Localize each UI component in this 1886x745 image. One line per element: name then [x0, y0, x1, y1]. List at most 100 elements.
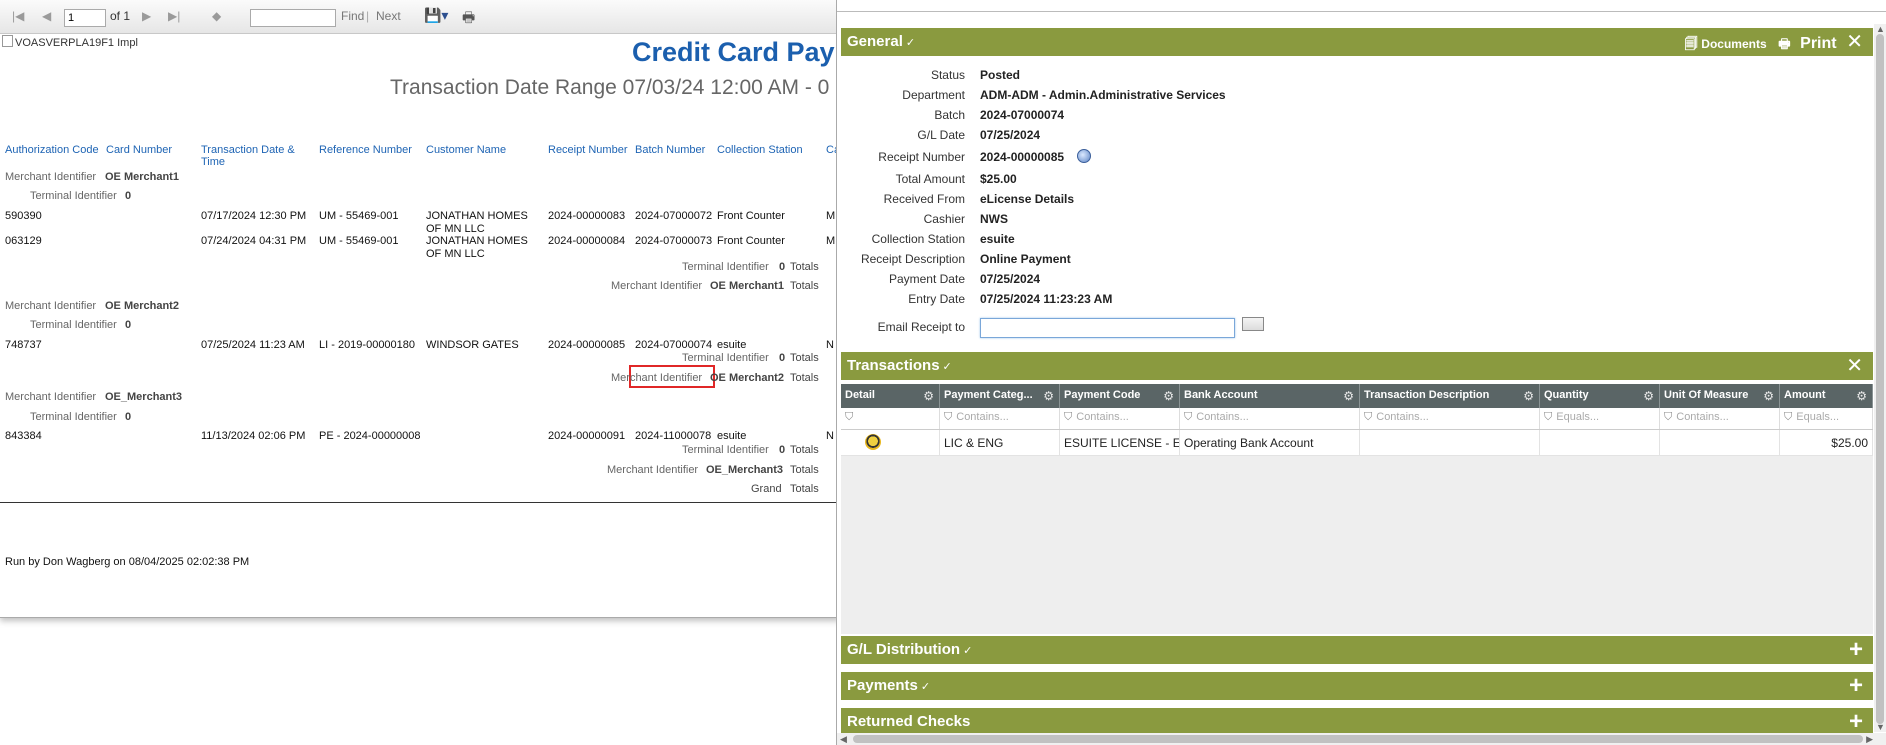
transactions-section-header[interactable]: Transactions ✓ ✕ [841, 352, 1873, 380]
filter-quantity[interactable]: ⛉ Equals... [1540, 408, 1660, 429]
print-icon[interactable]: 🖶 [1778, 36, 1790, 51]
payments-section-header[interactable]: Payments ✓ + [841, 672, 1873, 700]
horizontal-scroll-thumb[interactable] [853, 735, 1863, 743]
general-section-header[interactable]: General ✓ 🗐 Documents 🖶 Print ✕ [841, 28, 1873, 56]
export-icon[interactable]: 💾▾ [424, 7, 448, 24]
payments-title: Payments [847, 677, 918, 694]
filter-payment-category[interactable]: ⛉ Contains... [940, 408, 1060, 429]
received-from-value: eLicense Details [980, 192, 1075, 206]
grand-totals-label: Totals [790, 483, 819, 495]
send-email-icon[interactable] [1242, 317, 1264, 331]
receipt-detail-panel: General ✓ 🗐 Documents 🖶 Print ✕ Status Po… [836, 0, 1886, 745]
filter-unit-of-measure[interactable]: ⛉ Contains... [1660, 408, 1780, 429]
expand-plus-icon[interactable]: + [1849, 636, 1863, 664]
grid-col-detail[interactable]: Detail ⚙ [841, 384, 940, 408]
grid-filter-row: ⛉ ⛉ Contains... ⛉ Contains... ⛉ Contains...… [841, 408, 1873, 430]
row-station: esuite [717, 339, 747, 351]
gear-icon[interactable]: ⚙ [1643, 389, 1654, 403]
gear-icon[interactable]: ⚙ [923, 389, 934, 403]
terminal-value: 0 [779, 261, 786, 273]
find-link[interactable]: Find [341, 9, 364, 23]
grid-col-payment-code[interactable]: Payment Code ⚙ [1060, 384, 1180, 408]
expand-plus-icon[interactable]: + [1849, 672, 1863, 700]
email-receipt-input[interactable] [980, 318, 1235, 338]
next-page-icon[interactable]: ▶ [142, 9, 151, 23]
scroll-left-icon[interactable]: ◀ [840, 734, 847, 745]
gear-icon[interactable]: ⚙ [1343, 389, 1354, 403]
row-date: 07/25/2024 11:23 AM [201, 339, 305, 351]
grid-col-unit-of-measure[interactable]: Unit Of Measure ⚙ [1660, 384, 1780, 408]
scroll-down-icon[interactable]: ▼ [1876, 722, 1885, 732]
receipt-lookup-icon[interactable] [1077, 149, 1091, 163]
row-cashier: M [826, 235, 836, 247]
filter-detail[interactable]: ⛉ [841, 408, 940, 429]
col-collection-station: Collection Station [717, 144, 803, 156]
scroll-right-icon[interactable]: ▶ [1866, 734, 1873, 745]
documents-icon[interactable]: 🗐 [1685, 36, 1698, 51]
merchant-value: OE_Merchant3 [105, 391, 183, 403]
scroll-up-icon[interactable]: ▲ [1876, 24, 1885, 34]
terminal-label: Terminal Identifier [682, 444, 769, 456]
totals-label: Totals [790, 280, 819, 292]
view-detail-icon[interactable] [865, 434, 881, 450]
gear-icon[interactable]: ⚙ [1163, 389, 1174, 403]
terminal-label: Terminal Identifier [30, 411, 117, 423]
payment-code-cell: ESUITE LICENSE - Esu [1060, 430, 1180, 455]
previous-page-icon[interactable]: ◀ [42, 9, 51, 23]
terminal-value: 0 [125, 411, 132, 423]
gear-icon[interactable]: ⚙ [1763, 389, 1774, 403]
col-card-number: Card Number [106, 144, 173, 156]
row-station: Front Counter [717, 210, 785, 222]
first-page-icon[interactable]: |◀ [12, 9, 24, 23]
detail-cell[interactable] [841, 430, 940, 455]
row-station: Front Counter [717, 235, 785, 247]
col-transaction-date: Transaction Date & Time [201, 144, 295, 168]
last-page-icon[interactable]: ▶| [168, 9, 180, 23]
page-number-input[interactable] [64, 9, 106, 27]
back-to-parent-icon[interactable]: ◆ [212, 9, 221, 23]
table-row[interactable]: LIC & ENG ESUITE LICENSE - Esu Operating… [841, 430, 1873, 456]
gear-icon[interactable]: ⚙ [1523, 389, 1534, 403]
gl-distribution-section-header[interactable]: G/L Distribution ✓ + [841, 636, 1873, 664]
page-count-label: of 1 [110, 9, 131, 23]
row-auth-code: 590390 [5, 210, 42, 222]
find-next-link[interactable]: Next [376, 9, 401, 23]
grid-col-amount[interactable]: Amount ⚙ [1780, 384, 1873, 408]
row-receipt: 2024-00000083 [548, 210, 626, 222]
merchant-label: Merchant Identifier [5, 171, 97, 183]
print-icon[interactable]: 🖶 [462, 7, 475, 31]
payments-check-icon: ✓ [920, 681, 931, 693]
grid-col-bank-account[interactable]: Bank Account ⚙ [1180, 384, 1360, 408]
print-link[interactable]: Print [1800, 35, 1836, 52]
vertical-scrollbar[interactable]: ▲ ▼ [1874, 24, 1886, 732]
find-text-input[interactable] [250, 9, 336, 27]
email-receipt-label: Email Receipt to [877, 320, 965, 334]
filter-icon: ⛉ [845, 411, 854, 423]
filter-bank-account[interactable]: ⛉ Contains... [1180, 408, 1360, 429]
receipt-description-value: Online Payment [980, 252, 1071, 266]
panel-top-strip [837, 0, 1886, 12]
row-batch-highlighted: 2024-07000074 [635, 339, 713, 351]
expand-plus-icon[interactable]: + [1849, 708, 1863, 736]
gl-distribution-title: G/L Distribution [847, 641, 961, 658]
filter-amount[interactable]: ⛉ Equals... [1780, 408, 1873, 429]
grid-col-payment-category[interactable]: Payment Categ... ⚙ [940, 384, 1060, 408]
horizontal-scrollbar[interactable]: ◀ ▶ [837, 733, 1886, 745]
grid-col-transaction-description[interactable]: Transaction Description ⚙ [1360, 384, 1540, 408]
filter-payment-code[interactable]: ⛉ Contains... [1060, 408, 1180, 429]
returned-checks-section-header[interactable]: Returned Checks + [841, 708, 1873, 736]
close-icon[interactable]: ✕ [1846, 31, 1863, 53]
vertical-scroll-thumb[interactable] [1876, 34, 1884, 724]
grid-col-quantity[interactable]: Quantity ⚙ [1540, 384, 1660, 408]
col-customer-name: Customer Name [426, 144, 507, 156]
transactions-close-icon[interactable]: ✕ [1846, 352, 1863, 380]
documents-link[interactable]: Documents [1701, 37, 1766, 51]
terminal-label: Terminal Identifier [30, 319, 117, 331]
terminal-label: Terminal Identifier [30, 190, 117, 202]
bank-account-cell: Operating Bank Account [1180, 430, 1360, 455]
gear-icon[interactable]: ⚙ [1856, 389, 1867, 403]
report-subtitle: Transaction Date Range 07/03/24 12:00 AM… [390, 76, 830, 99]
gear-icon[interactable]: ⚙ [1043, 389, 1054, 403]
batch-value: 2024-07000074 [980, 108, 1065, 122]
filter-transaction-description[interactable]: ⛉ Contains... [1360, 408, 1540, 429]
